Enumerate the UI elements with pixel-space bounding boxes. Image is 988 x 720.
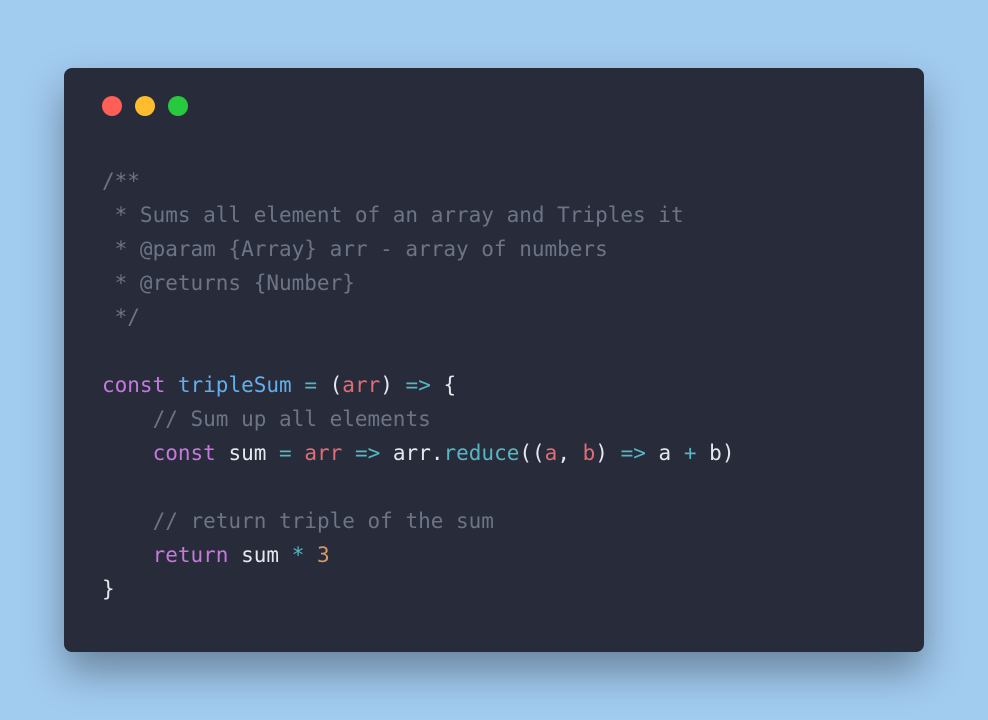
comment-line: // return triple of the sum (153, 509, 494, 533)
dot: . (431, 441, 444, 465)
variable: sum (241, 543, 279, 567)
comment-line: * Sums all element of an array and Tripl… (102, 203, 684, 227)
variable: a (659, 441, 672, 465)
minimize-icon[interactable] (135, 96, 155, 116)
variable: b (709, 441, 722, 465)
param: arr (342, 373, 380, 397)
param: a (545, 441, 558, 465)
paren: (( (519, 441, 544, 465)
operator-assign: = (279, 441, 292, 465)
traffic-lights (102, 96, 886, 116)
keyword-return: return (153, 543, 229, 567)
comment-line: /** (102, 169, 140, 193)
comment-line: // Sum up all elements (153, 407, 431, 431)
operator-multiply: * (292, 543, 305, 567)
arrow: => (355, 441, 380, 465)
comment-line: * @param {Array} arr - array of numbers (102, 237, 608, 261)
maximize-icon[interactable] (168, 96, 188, 116)
comma: , (557, 441, 582, 465)
keyword-const: const (102, 373, 165, 397)
param: b (583, 441, 596, 465)
keyword-const: const (153, 441, 216, 465)
close-icon[interactable] (102, 96, 122, 116)
paren: ) (722, 441, 735, 465)
number-literal: 3 (317, 543, 330, 567)
operator-plus: + (684, 441, 697, 465)
param: arr (304, 441, 342, 465)
brace: } (102, 577, 115, 601)
comment-line: * @returns {Number} (102, 271, 355, 295)
variable: arr (393, 441, 431, 465)
brace: { (444, 373, 457, 397)
arrow: => (621, 441, 646, 465)
variable: sum (228, 441, 266, 465)
operator-assign: = (304, 373, 317, 397)
paren: ) (595, 441, 608, 465)
comment-line: */ (102, 305, 140, 329)
paren: ) (380, 373, 393, 397)
arrow: => (406, 373, 431, 397)
function-name: tripleSum (178, 373, 292, 397)
code-window: /** * Sums all element of an array and T… (64, 68, 924, 652)
paren: ( (330, 373, 343, 397)
method: reduce (444, 441, 520, 465)
code-block: /** * Sums all element of an array and T… (102, 164, 886, 606)
